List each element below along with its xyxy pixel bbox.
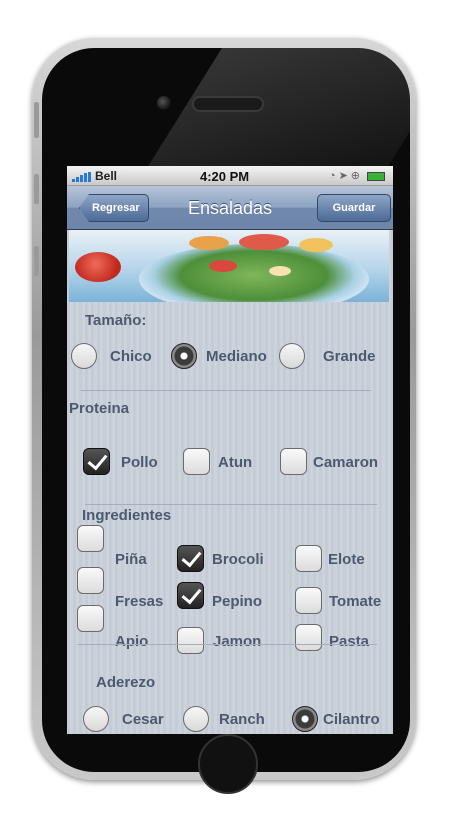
battery-icon <box>367 172 385 181</box>
protein-option-label: Camaron <box>313 454 379 471</box>
salad-bowl-graphic <box>139 244 369 302</box>
status-time: 4:20 PM <box>200 169 250 184</box>
volume-up-button <box>34 174 39 204</box>
checkbox-ingredient-pepino[interactable] <box>177 582 204 609</box>
tomato-graphic <box>75 252 121 282</box>
status-bar: Bell 4:20 PM ◔➤⊕ <box>67 166 393 186</box>
checkbox-ingredient-tomate[interactable] <box>295 587 322 614</box>
salad-image <box>69 230 389 302</box>
checkbox-ingredient-apio[interactable] <box>77 605 104 632</box>
ingredient-label: Jamon <box>213 633 262 650</box>
size-heading: Tamaño: <box>85 312 147 329</box>
ingredient-label: Apio <box>115 633 149 650</box>
size-option-label: Grande <box>323 348 376 365</box>
checkbox-protein-camaron[interactable] <box>280 448 307 475</box>
ingredient-label: Brocoli <box>212 551 264 568</box>
volume-down-button <box>34 246 39 276</box>
carrier-name: Bell <box>95 169 118 183</box>
navigation-bar: Regresar Ensaladas Guardar <box>67 186 393 230</box>
radio-dressing-ranch[interactable] <box>183 706 209 732</box>
ingredient-label: Tomate <box>329 593 382 610</box>
dressing-option-label: Cesar <box>122 711 164 728</box>
ingredient-label: Pasta <box>329 633 370 650</box>
size-option-label: Mediano <box>206 348 267 365</box>
checkbox-ingredient-elote[interactable] <box>295 545 322 572</box>
checkbox-ingredient-jamon[interactable] <box>177 627 204 654</box>
checkbox-ingredient-pina[interactable] <box>77 525 104 552</box>
ingredients-heading: Ingredientes <box>82 507 172 524</box>
ingredient-label: Elote <box>328 551 365 568</box>
checkbox-ingredient-fresas[interactable] <box>77 567 104 594</box>
radio-size-mediano[interactable] <box>171 343 197 369</box>
mute-switch <box>34 102 39 138</box>
dressing-heading: Aderezo <box>96 674 156 691</box>
home-button[interactable] <box>198 734 258 794</box>
save-button[interactable]: Guardar <box>317 194 391 222</box>
radio-dressing-cesar[interactable] <box>83 706 109 732</box>
radio-dressing-cilantro[interactable] <box>292 706 318 732</box>
checkbox-protein-pollo[interactable] <box>83 448 110 475</box>
checkbox-protein-atun[interactable] <box>183 448 210 475</box>
radio-size-grande[interactable] <box>279 343 305 369</box>
protein-option-label: Pollo <box>121 454 158 471</box>
ingredient-label: Pepino <box>212 593 263 610</box>
checkbox-ingredient-pasta[interactable] <box>295 624 322 651</box>
dressing-option-label: Ranch <box>219 711 265 728</box>
glass-glare <box>147 48 410 168</box>
app-screen: Bell 4:20 PM ◔➤⊕ Regresar Ensaladas Guar… <box>67 166 393 734</box>
radio-size-chico[interactable] <box>71 343 97 369</box>
divider <box>81 390 371 391</box>
location-lock-icons: ◔➤⊕ <box>328 170 363 182</box>
divider <box>77 644 377 645</box>
size-option-label: Chico <box>110 348 152 365</box>
divider <box>85 504 377 505</box>
dressing-option-label: Cilantro <box>323 711 380 728</box>
checkbox-ingredient-brocoli[interactable] <box>177 545 204 572</box>
protein-heading: Proteina <box>69 400 130 417</box>
earpiece-speaker <box>192 96 264 112</box>
ingredient-label: Fresas <box>115 593 164 610</box>
front-camera-icon <box>157 96 171 110</box>
protein-option-label: Atun <box>218 454 253 471</box>
signal-icon <box>72 172 92 182</box>
ingredient-label: Piña <box>115 551 147 568</box>
